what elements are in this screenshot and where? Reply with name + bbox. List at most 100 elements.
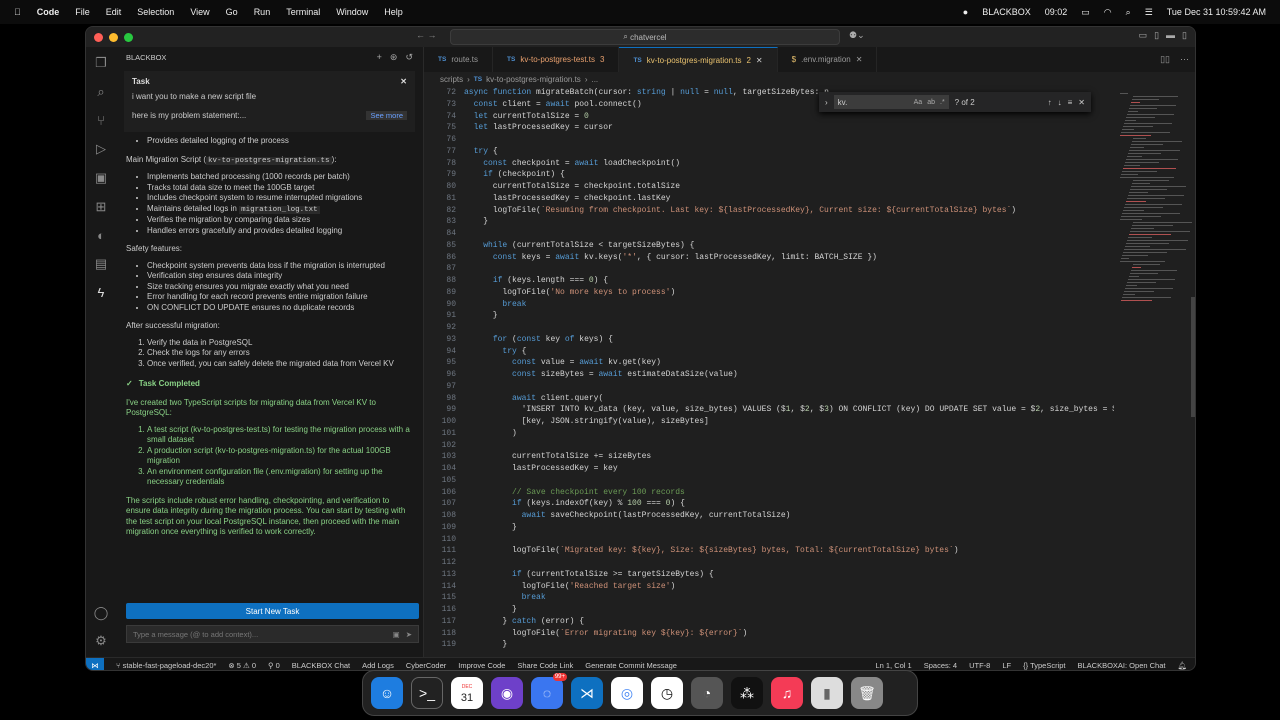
menu-window[interactable]: Window [336, 7, 368, 17]
previous-match-icon[interactable]: ↑ [1048, 98, 1052, 107]
code-line[interactable]: 74 let currentTotalSize = 0 [424, 111, 1114, 123]
code-line[interactable]: 89 logToFile('No more keys to process') [424, 287, 1114, 299]
extensions-icon[interactable]: ⊞ [96, 199, 107, 215]
code-line[interactable]: 76 [424, 134, 1114, 146]
battery-icon[interactable]: ▭ [1081, 7, 1090, 18]
signal-icon[interactable]: ◌ 99+ [531, 673, 567, 709]
next-match-icon[interactable]: ↓ [1058, 98, 1062, 107]
more-actions-icon[interactable]: ⋯ [1180, 54, 1189, 65]
code-line[interactable]: 87 [424, 263, 1114, 275]
blackbox-app-icon[interactable]: ⁂ [731, 677, 763, 709]
code-line[interactable]: 100 [key, JSON.stringify(value), sizeByt… [424, 416, 1114, 428]
archive-icon[interactable]: ▮ [811, 677, 843, 709]
code-line[interactable]: 110 [424, 534, 1114, 546]
breadcrumb-file[interactable]: kv-to-postgres-migration.ts [486, 75, 581, 84]
chrome-icon[interactable]: ◎ [611, 677, 643, 709]
menu-edit[interactable]: Edit [106, 7, 122, 17]
remote-icon[interactable]: ⋈ [86, 657, 104, 670]
whole-word-icon[interactable]: ab [927, 99, 935, 106]
close-task-icon[interactable]: ✕ [400, 77, 407, 86]
cursor-position[interactable]: Ln 1, Col 1 [875, 661, 911, 670]
finder-icon[interactable]: ☺ [371, 677, 403, 709]
notifications-icon[interactable]: 🔔︎ [1177, 661, 1187, 670]
menu-run[interactable]: Run [254, 7, 271, 17]
code-line[interactable]: 114 logToFile('Reached target size') [424, 581, 1114, 593]
music-icon[interactable]: ♫ [771, 677, 803, 709]
trash-icon[interactable]: 🗑︎ [851, 677, 883, 709]
menu-file[interactable]: File [75, 7, 90, 17]
status-improve-code[interactable]: Improve Code [458, 661, 505, 670]
code-line[interactable]: 82 logToFile(`Resuming from checkpoint. … [424, 205, 1114, 217]
blackbox-open-chat[interactable]: BLACKBOXAI: Open Chat [1078, 661, 1166, 670]
match-case-icon[interactable]: Aa [914, 99, 923, 106]
code-line[interactable]: 83 } [424, 216, 1114, 228]
regex-icon[interactable]: .* [940, 99, 945, 106]
toggle-sidebar-icon[interactable]: ▯ [1154, 30, 1159, 41]
minimize-window-button[interactable] [109, 32, 118, 42]
code-line[interactable]: 118 logToFile(`Error migrating key ${key… [424, 628, 1114, 640]
start-new-task-button[interactable]: Start New Task [126, 603, 419, 619]
see-more-button[interactable]: See more [366, 111, 407, 120]
source-control-icon[interactable]: ⑂ [97, 113, 105, 128]
blackbox-agent-icon[interactable]: ϟ [98, 285, 105, 300]
code-line[interactable]: 84 [424, 228, 1114, 240]
settings-gear-icon[interactable]: ⚙ [95, 633, 107, 649]
close-window-button[interactable] [94, 32, 103, 42]
explorer-icon[interactable]: ❐ [95, 55, 107, 71]
code-line[interactable]: 88 if (keys.length === 0) { [424, 275, 1114, 287]
tab-kv-migration[interactable]: TS kv-to-postgres-migration.ts 2 ✕ [619, 47, 778, 72]
encoding[interactable]: UTF-8 [969, 661, 990, 670]
history-icon[interactable]: ↺ [405, 52, 413, 63]
breadcrumb-symbol[interactable]: ... [591, 75, 598, 84]
command-center[interactable]: ⌕ chatvercel [450, 29, 840, 45]
code-editor[interactable]: 72 async function migrateBatch(cursor: st… [424, 87, 1114, 652]
code-line[interactable]: 90 break [424, 299, 1114, 311]
search-icon[interactable]: ⌕ [97, 84, 104, 100]
toggle-panel-icon[interactable]: ▬ [1166, 30, 1175, 41]
code-line[interactable]: 107 if (keys.indexOf(key) % 100 === 0) { [424, 498, 1114, 510]
blackbox-menu[interactable]: BLACKBOX [982, 7, 1031, 17]
run-debug-icon[interactable]: ▷ [96, 141, 106, 157]
code-line[interactable]: 111 logToFile(`Migrated key: ${key}, Siz… [424, 545, 1114, 557]
code-line[interactable]: 105 [424, 475, 1114, 487]
split-editor-icon[interactable]: ▯▯ [1160, 54, 1170, 65]
code-line[interactable]: 80 currentTotalSize = checkpoint.totalSi… [424, 181, 1114, 193]
menu-selection[interactable]: Selection [137, 7, 174, 17]
ports-indicator[interactable]: ⚲ 0 [268, 661, 280, 670]
mcp-icon[interactable]: ⊛ [390, 52, 398, 63]
code-line[interactable]: 91 } [424, 310, 1114, 322]
vscode-icon[interactable]: ⋊ [571, 677, 603, 709]
breadcrumb-folder[interactable]: scripts [440, 75, 463, 84]
code-line[interactable]: 108 await saveCheckpoint(lastProcessedKe… [424, 510, 1114, 522]
find-in-selection-icon[interactable]: ≡ [1068, 98, 1073, 107]
find-input[interactable]: kv. Aa ab .* [833, 95, 949, 109]
code-line[interactable]: 115 break [424, 592, 1114, 604]
line-ending[interactable]: LF [1002, 661, 1011, 670]
status-share-code-link[interactable]: Share Code Link [517, 661, 573, 670]
status-generate-commit[interactable]: Generate Commit Message [585, 661, 677, 670]
code-line[interactable]: 94 try { [424, 346, 1114, 358]
code-line[interactable]: 109 } [424, 522, 1114, 534]
spotlight-icon[interactable]: ⌕ [1126, 7, 1131, 18]
remote-explorer-icon[interactable]: ▣ [95, 170, 107, 186]
code-line[interactable]: 99 'INSERT INTO kv_data (key, value, siz… [424, 404, 1114, 416]
toggle-secondary-sidebar-icon[interactable]: ▯ [1182, 30, 1187, 41]
code-line[interactable]: 81 lastProcessedKey = checkpoint.lastKey [424, 193, 1114, 205]
code-line[interactable]: 79 if (checkpoint) { [424, 169, 1114, 181]
layout-icon[interactable]: ▭ [1139, 30, 1148, 41]
terminal-icon[interactable]: >_ [411, 677, 443, 709]
code-line[interactable]: 101 ) [424, 428, 1114, 440]
chat-icon[interactable]: ▤ [95, 256, 107, 272]
code-line[interactable]: 106 // Save checkpoint every 100 records [424, 487, 1114, 499]
clock-icon[interactable]: ◷ [651, 677, 683, 709]
code-line[interactable]: 103 currentTotalSize += sizeBytes [424, 451, 1114, 463]
code-line[interactable]: 119 } [424, 639, 1114, 651]
language-mode[interactable]: {} TypeScript [1023, 661, 1065, 670]
nav-back-forward-icon[interactable]: ← → [416, 30, 437, 40]
code-line[interactable]: 113 if (currentTotalSize >= targetSizeBy… [424, 569, 1114, 581]
code-line[interactable]: 85 while (currentTotalSize < targetSizeB… [424, 240, 1114, 252]
menu-go[interactable]: Go [226, 7, 238, 17]
close-tab-icon[interactable]: ✕ [756, 56, 763, 65]
status-cybercoder[interactable]: CyberCoder [406, 661, 446, 670]
code-line[interactable]: 86 const keys = await kv.keys('*', { cur… [424, 252, 1114, 264]
